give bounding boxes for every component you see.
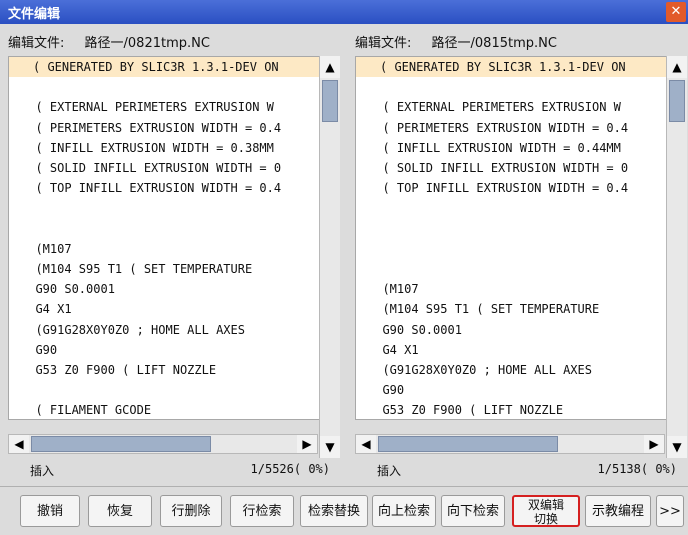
scroll-down-button[interactable]: ▼ xyxy=(667,436,687,458)
code-line: ( PERIMETERS EXTRUSION WIDTH = 0.4 xyxy=(21,120,282,135)
file-label: 编辑文件: xyxy=(355,36,412,51)
code-line: G90 xyxy=(368,383,405,398)
vertical-scrollbar[interactable]: ▲ ▼ xyxy=(666,56,687,458)
vertical-scroll-thumb[interactable] xyxy=(669,80,685,122)
edit-mode: 插入 xyxy=(377,464,402,478)
scroll-right-button[interactable]: ▶ xyxy=(644,435,664,453)
code-line: G53 Z0 F900 ( LIFT NOZZLE xyxy=(21,363,217,377)
code-line: (M104 S95 T1 ( SET TEMPERATURE xyxy=(368,302,600,317)
code-line: (M107 xyxy=(21,241,72,256)
horizontal-scrollbar[interactable]: ◀ ▶ xyxy=(8,434,318,454)
code-editor[interactable]: >( GENERATED BY SLIC3R 1.3.1-DEV ON ( EX… xyxy=(8,56,320,420)
code-line: (G91G28X0Y0Z0 ; HOME ALL AXES xyxy=(368,363,592,377)
line-search-button[interactable]: 行检索 xyxy=(230,495,294,527)
redo-button[interactable]: 恢复 xyxy=(88,495,152,527)
teach-program-button[interactable]: 示教编程 xyxy=(585,495,651,527)
code-line: ( SOLID INFILL EXTRUSION WIDTH = 0 xyxy=(368,161,629,175)
vertical-scrollbar[interactable]: ▲ ▼ xyxy=(319,56,340,458)
code-line: ( PERIMETERS EXTRUSION WIDTH = 0.4 xyxy=(368,120,629,135)
code-line: ( EXTERNAL PERIMETERS EXTRUSION W xyxy=(21,100,274,115)
code-line: ( INFILL EXTRUSION WIDTH = 0.38MM xyxy=(21,140,274,155)
scroll-left-button[interactable]: ◀ xyxy=(356,435,376,453)
code-line: ( FILAMENT GCODE xyxy=(21,403,152,418)
code-line: G90 S0.0001 xyxy=(368,322,462,337)
code-line: (G91G28X0Y0Z0 ; HOME ALL AXES xyxy=(21,322,245,337)
code-line: (M104 S95 T1 ( SET TEMPERATURE xyxy=(21,262,253,276)
code-line: G53 Z0 F900 ( LIFT NOZZLE xyxy=(368,403,564,418)
dual-edit-label-line1: 双编辑 xyxy=(527,498,564,512)
scroll-up-button[interactable]: ▲ xyxy=(667,56,687,78)
close-icon[interactable]: ✕ xyxy=(666,2,686,22)
code-line: ( INFILL EXTRUSION WIDTH = 0.44MM xyxy=(368,140,621,155)
file-path-line: 编辑文件: 路径一/0815tmp.NC xyxy=(355,32,557,51)
file-edit-window: 文件编辑 ✕ 编辑文件: 路径一/0821tmp.NC >( GENERATED… xyxy=(0,0,688,535)
code-line: G90 S0.0001 xyxy=(21,282,115,297)
code-line: ( GENERATED BY SLIC3R 1.3.1-DEV ON xyxy=(9,57,319,77)
undo-button[interactable]: 撤销 xyxy=(20,495,80,527)
search-up-button[interactable]: 向上检索 xyxy=(372,495,436,527)
right-edit-pane: 编辑文件: 路径一/0815tmp.NC >( GENERATED BY SLI… xyxy=(347,26,687,482)
scroll-up-button[interactable]: ▲ xyxy=(320,56,340,78)
vertical-scroll-thumb[interactable] xyxy=(322,80,338,122)
code-line: (M107 xyxy=(368,282,419,297)
dual-edit-label-line2: 切换 xyxy=(533,512,558,526)
file-path-line: 编辑文件: 路径一/0821tmp.NC xyxy=(8,32,210,51)
code-line: ( TOP INFILL EXTRUSION WIDTH = 0.4 xyxy=(21,181,282,196)
horizontal-scroll-thumb[interactable] xyxy=(31,436,211,452)
line-position: 1/5526( 0%) xyxy=(250,462,330,476)
scroll-right-button[interactable]: ▶ xyxy=(297,435,317,453)
window-title: 文件编辑 xyxy=(8,7,61,22)
code-line: ( TOP INFILL EXTRUSION WIDTH = 0.4 xyxy=(368,181,629,196)
code-line: ( GENERATED BY SLIC3R 1.3.1-DEV ON xyxy=(356,57,666,77)
file-path: 路径一/0821tmp.NC xyxy=(84,36,210,51)
scroll-down-button[interactable]: ▼ xyxy=(320,436,340,458)
search-down-button[interactable]: 向下检索 xyxy=(441,495,505,527)
more-button[interactable]: >> xyxy=(656,495,684,527)
code-editor[interactable]: >( GENERATED BY SLIC3R 1.3.1-DEV ON ( EX… xyxy=(355,56,667,420)
code-line: ( SOLID INFILL EXTRUSION WIDTH = 0 xyxy=(21,161,282,175)
horizontal-scrollbar[interactable]: ◀ ▶ xyxy=(355,434,665,454)
file-path: 路径一/0815tmp.NC xyxy=(431,36,557,51)
search-replace-button[interactable]: 检索替换 xyxy=(300,495,368,527)
line-position: 1/5138( 0%) xyxy=(597,462,677,476)
code-line: G4 X1 xyxy=(21,302,72,317)
bottom-toolbar: 撤销 恢复 行删除 行检索 检索替换 向上检索 向下检索 双编辑 切换 示教编程… xyxy=(0,486,688,535)
scroll-left-button[interactable]: ◀ xyxy=(9,435,29,453)
horizontal-scroll-thumb[interactable] xyxy=(378,436,558,452)
dual-edit-switch-button[interactable]: 双编辑 切换 xyxy=(512,495,580,527)
title-bar: 文件编辑 ✕ xyxy=(0,0,688,24)
code-line: ( EXTERNAL PERIMETERS EXTRUSION W xyxy=(368,100,621,115)
code-line: G4 X1 xyxy=(368,342,419,357)
left-edit-pane: 编辑文件: 路径一/0821tmp.NC >( GENERATED BY SLI… xyxy=(0,26,340,482)
edit-mode: 插入 xyxy=(30,464,55,478)
delete-line-button[interactable]: 行删除 xyxy=(160,495,222,527)
code-line: G90 xyxy=(21,342,58,357)
file-label: 编辑文件: xyxy=(8,36,65,51)
